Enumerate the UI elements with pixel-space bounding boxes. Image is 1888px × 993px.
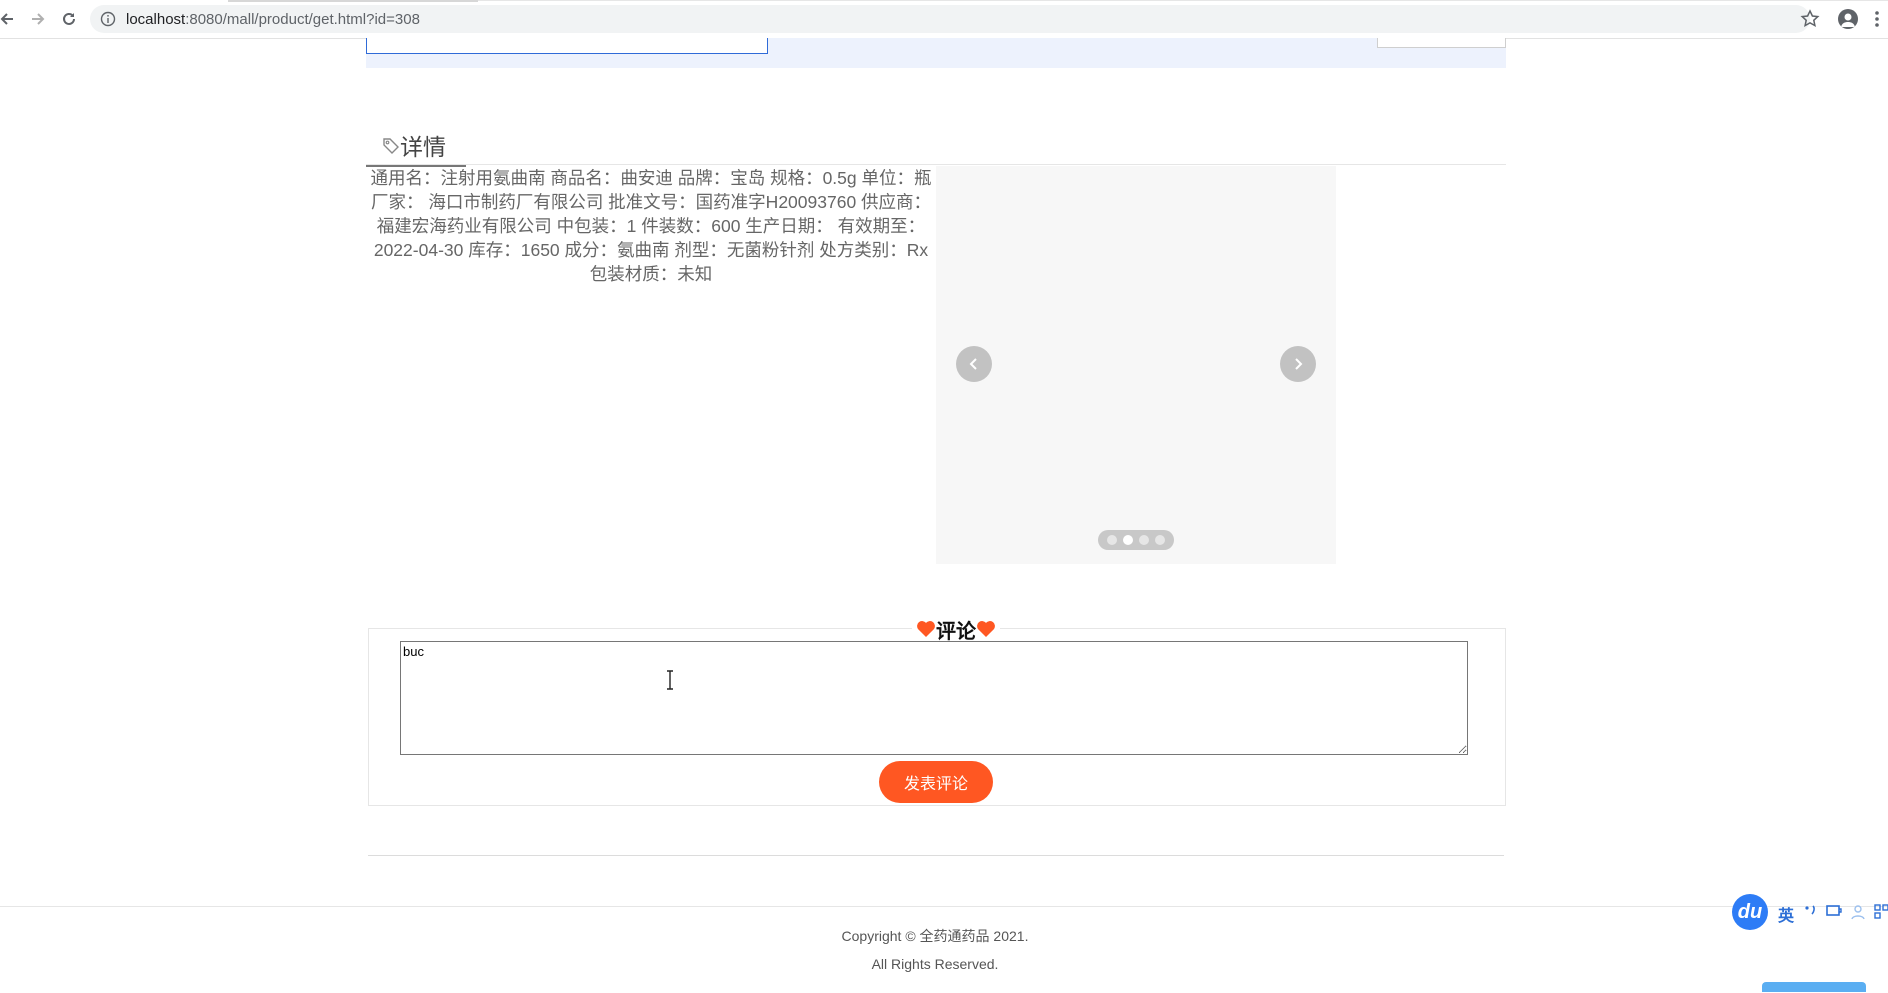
footer-rights: All Rights Reserved. bbox=[871, 956, 999, 972]
tag-icon bbox=[383, 137, 399, 154]
heart-icon bbox=[977, 621, 995, 637]
address-bar[interactable]: localhost:8080/mall/product/get.html?id=… bbox=[90, 5, 1810, 33]
carousel-dot[interactable] bbox=[1123, 535, 1133, 545]
punctuation-icon[interactable] bbox=[1804, 904, 1818, 918]
text-cursor-icon bbox=[667, 670, 673, 690]
product-description: 通用名：注射用氨曲南 商品名：曲安迪 品牌：宝岛 规格：0.5g 单位：瓶 厂家… bbox=[370, 168, 932, 284]
carousel-dot[interactable] bbox=[1107, 535, 1117, 545]
comment-title-text: 评论 bbox=[936, 620, 976, 643]
url-host: localhost bbox=[126, 11, 186, 28]
grid-icon[interactable] bbox=[1874, 904, 1888, 920]
reload-icon bbox=[63, 12, 75, 25]
ime-logo[interactable]: du bbox=[1732, 894, 1768, 930]
tab-divider bbox=[366, 164, 1506, 165]
tab-strip-edge bbox=[228, 0, 478, 2]
arrow-left-icon bbox=[0, 13, 13, 25]
carousel-prev-button[interactable] bbox=[956, 346, 992, 382]
carousel-dot[interactable] bbox=[1139, 535, 1149, 545]
comment-textarea[interactable] bbox=[400, 641, 1468, 755]
bookmark-star-icon[interactable] bbox=[1800, 9, 1820, 29]
ime-language-toggle[interactable]: 英 bbox=[1778, 902, 1794, 926]
post-comment-button[interactable]: 发表评论 bbox=[879, 761, 993, 803]
header-button[interactable] bbox=[1377, 38, 1506, 48]
arrow-right-icon bbox=[32, 13, 45, 25]
url-path: :8080/mall/product/get.html?id=308 bbox=[185, 11, 420, 28]
carousel-indicator bbox=[1098, 530, 1174, 550]
browser-toolbar: localhost:8080/mall/product/get.html?id=… bbox=[0, 0, 1888, 39]
profile-avatar[interactable] bbox=[1838, 9, 1858, 29]
carousel-next-button[interactable] bbox=[1280, 346, 1316, 382]
url-text: localhost:8080/mall/product/get.html?id=… bbox=[126, 11, 420, 28]
tab-details[interactable]: 详情 bbox=[366, 124, 466, 167]
chevron-left-icon bbox=[969, 358, 977, 370]
section-divider bbox=[368, 855, 1504, 856]
person-icon bbox=[1841, 13, 1855, 27]
ime-toolbar: du 英 bbox=[1732, 894, 1888, 932]
image-carousel[interactable] bbox=[936, 166, 1336, 564]
tab-strip-line bbox=[478, 0, 1888, 1]
ime-status-bar bbox=[1762, 982, 1866, 992]
chevron-right-icon bbox=[1295, 358, 1303, 370]
heart-icon bbox=[917, 621, 935, 637]
reload-button[interactable] bbox=[58, 8, 80, 30]
footer-copyright: Copyright © 全药通药品 2021. bbox=[841, 928, 1029, 944]
back-button[interactable] bbox=[0, 8, 18, 30]
forward-button[interactable] bbox=[27, 8, 49, 30]
footer: Copyright © 全药通药品 2021. All Rights Reser… bbox=[0, 906, 1888, 993]
tab-details-label: 详情 bbox=[400, 133, 446, 160]
carousel-dot[interactable] bbox=[1155, 535, 1165, 545]
more-vertical-icon[interactable] bbox=[1874, 10, 1880, 28]
keyboard-icon[interactable] bbox=[1826, 904, 1842, 918]
info-icon[interactable] bbox=[100, 11, 116, 27]
user-icon[interactable] bbox=[1850, 904, 1866, 920]
search-input[interactable] bbox=[366, 38, 768, 54]
comment-title: 评论 bbox=[912, 616, 1000, 643]
